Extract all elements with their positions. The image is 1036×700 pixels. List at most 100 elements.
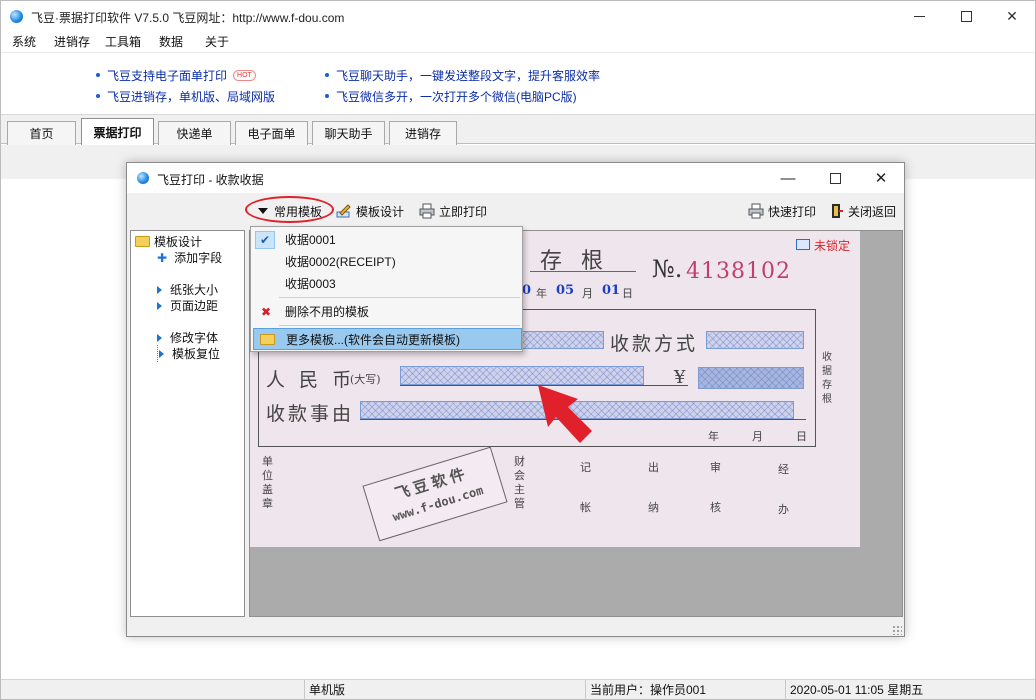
footer-accounting-label: 财 会 主 管 bbox=[514, 455, 525, 510]
tab-chat-helper[interactable]: 聊天助手 bbox=[312, 121, 385, 145]
side-label: 收 据 存 根 bbox=[822, 352, 832, 405]
menu-about[interactable]: 关于 bbox=[205, 33, 229, 50]
title-bar: 飞豆·票据打印软件 V7.5.0 飞豆网址：http://www.f-dou.c… bbox=[1, 1, 1035, 31]
printer-icon bbox=[419, 203, 435, 219]
status-bar: 单机版 当前用户：操作员001 2020-05-01 11:05 星期五 bbox=[1, 679, 1035, 700]
template-item-0003[interactable]: 收据0003 bbox=[253, 273, 522, 295]
template-item-0001[interactable]: ✔ 收据0001 bbox=[253, 229, 522, 251]
menu-inventory[interactable]: 进销存 bbox=[54, 33, 90, 50]
folder-open-icon bbox=[260, 334, 275, 345]
dialog-maximize-button[interactable] bbox=[812, 163, 858, 193]
dialog-title-bar: 飞豆打印 - 收款收据 — ✕ bbox=[127, 163, 904, 193]
delete-unused-templates-item[interactable]: ✖ 删除不用的模板 bbox=[253, 301, 522, 323]
dialog-close-button[interactable]: ✕ bbox=[858, 163, 904, 193]
status-datetime: 2020-05-01 11:05 星期五 bbox=[785, 680, 1035, 700]
tab-receipt-print[interactable]: 票据打印 bbox=[81, 118, 154, 146]
reason-label: 收款事由 bbox=[266, 403, 355, 425]
resize-grip-icon[interactable] bbox=[892, 625, 902, 635]
footer-shen-label: 审 bbox=[710, 461, 721, 474]
tab-home[interactable]: 首页 bbox=[7, 121, 76, 145]
bottom-day-label: 日 bbox=[796, 430, 807, 443]
checkmark-icon: ✔ bbox=[255, 231, 275, 249]
tree-root-template-design[interactable]: 模板设计 bbox=[135, 233, 202, 250]
receipt-number: 4138102 bbox=[686, 259, 791, 284]
footer-seal-label: 单 位 盖 章 bbox=[262, 455, 273, 510]
footer-he-label: 核 bbox=[710, 501, 721, 514]
arrow-right-icon bbox=[159, 349, 164, 358]
minimize-icon: — bbox=[780, 169, 796, 187]
heading-underline bbox=[530, 271, 636, 272]
tree-item-page-margins[interactable]: 页面边距 bbox=[157, 297, 218, 314]
print-now-button[interactable]: 立即打印 bbox=[419, 202, 487, 220]
plus-icon: ✚ bbox=[157, 251, 168, 265]
app-logo-icon bbox=[137, 172, 149, 184]
dialog-minimize-button[interactable]: — bbox=[765, 163, 811, 193]
menu-data[interactable]: 数据 bbox=[159, 33, 183, 50]
payment-method-label: 收款方式 bbox=[610, 333, 699, 355]
status-mode: 单机版 bbox=[304, 680, 584, 700]
arrow-right-icon bbox=[157, 285, 162, 294]
tree-item-add-field[interactable]: ✚ 添加字段 bbox=[157, 249, 222, 266]
receipt-day-label: 日 bbox=[622, 287, 633, 300]
field-payer[interactable] bbox=[520, 331, 604, 349]
tab-ewaybill[interactable]: 电子面单 bbox=[235, 121, 308, 145]
templates-dropdown-menu: ✔ 收据0001 收据0002(RECEIPT) 收据0003 ✖ 删除不用的模… bbox=[250, 226, 523, 352]
more-templates-item[interactable]: 更多模板...(软件会自动更新模板) bbox=[253, 328, 522, 350]
printer-icon bbox=[748, 203, 764, 219]
exit-door-icon bbox=[832, 204, 843, 218]
menu-bar: 系统 进销存 工具箱 数据 关于 bbox=[1, 31, 1035, 51]
close-button[interactable]: ✕ bbox=[989, 1, 1035, 31]
tree-item-template-reset[interactable]: 模板复位 bbox=[157, 345, 220, 362]
bullet-icon bbox=[325, 72, 329, 77]
folder-icon bbox=[135, 236, 150, 248]
receipt-day-value: 01 bbox=[602, 283, 621, 298]
footer-ban-label: 办 bbox=[778, 503, 789, 516]
app-logo-icon bbox=[10, 10, 23, 23]
menu-system[interactable]: 系统 bbox=[12, 33, 36, 50]
tab-strip: 首页 票据打印 快递单 电子面单 聊天助手 进销存 bbox=[1, 114, 1035, 146]
footer-ji-label: 记 bbox=[580, 461, 591, 474]
promo-link-inventory[interactable]: 飞豆进销存，单机版、局域网版 bbox=[96, 88, 275, 105]
menu-toolbox[interactable]: 工具箱 bbox=[105, 33, 141, 50]
template-tree-panel: 模板设计 ✚ 添加字段 纸张大小 页面边距 修改字体 模板复位 bbox=[130, 230, 245, 617]
dialog-status-strip bbox=[127, 619, 904, 636]
menu-separator bbox=[279, 297, 520, 298]
dialog-title: 飞豆打印 - 收款收据 bbox=[157, 173, 264, 187]
field-amount-words[interactable] bbox=[400, 366, 644, 385]
unlock-status[interactable]: 未锁定 bbox=[814, 237, 850, 254]
close-icon: ✕ bbox=[874, 170, 888, 187]
window-title: 飞豆·票据打印软件 V7.5.0 飞豆网址：http://www.f-dou.c… bbox=[31, 11, 345, 25]
promo-link-wechat[interactable]: 飞豆微信多开，一次打开多个微信(电脑PC版) bbox=[325, 88, 577, 105]
quick-print-button[interactable]: 快速打印 bbox=[748, 202, 816, 220]
watermark-stamp: 飞豆软件 www.f-dou.com bbox=[362, 446, 508, 542]
rmb-label: 人 民 币 bbox=[266, 369, 356, 391]
bullet-icon bbox=[96, 93, 100, 98]
status-user: 当前用户：操作员001 bbox=[585, 680, 785, 700]
tab-express[interactable]: 快递单 bbox=[158, 121, 231, 145]
bottom-month-label: 月 bbox=[752, 430, 763, 443]
minimize-button[interactable] bbox=[896, 1, 942, 31]
yen-label: ¥ bbox=[674, 367, 686, 388]
receipt-year-label: 年 bbox=[536, 287, 547, 300]
maximize-button[interactable] bbox=[943, 1, 989, 31]
delete-x-icon: ✖ bbox=[261, 305, 272, 319]
footer-jing-label: 经 bbox=[778, 463, 789, 476]
maximize-icon bbox=[829, 172, 841, 184]
template-design-button[interactable]: 模板设计 bbox=[336, 202, 404, 220]
tree-item-change-font[interactable]: 修改字体 bbox=[157, 329, 218, 346]
minimize-icon bbox=[913, 15, 925, 17]
close-return-button[interactable]: 关闭返回 bbox=[830, 202, 896, 220]
promo-link-ewaybill[interactable]: 飞豆支持电子面单打印 HOT bbox=[96, 67, 256, 84]
field-amount-number[interactable] bbox=[698, 367, 804, 389]
promo-area: 飞豆支持电子面单打印 HOT 飞豆进销存，单机版、局域网版 飞豆聊天助手，一键发送… bbox=[1, 52, 1035, 114]
template-item-0002[interactable]: 收据0002(RECEIPT) bbox=[253, 251, 522, 273]
templates-dropdown-button[interactable]: 常用模板 bbox=[258, 202, 322, 220]
promo-link-chat[interactable]: 飞豆聊天助手，一键发送整段文字，提升客服效率 bbox=[325, 67, 600, 84]
bottom-year-label: 年 bbox=[708, 430, 719, 443]
tab-inventory[interactable]: 进销存 bbox=[389, 121, 457, 145]
field-payment-method[interactable] bbox=[706, 331, 804, 349]
receipt-month-label: 月 bbox=[582, 287, 593, 300]
bullet-icon bbox=[325, 93, 329, 98]
dropdown-triangle-icon bbox=[258, 208, 268, 214]
tree-item-paper-size[interactable]: 纸张大小 bbox=[157, 281, 218, 298]
